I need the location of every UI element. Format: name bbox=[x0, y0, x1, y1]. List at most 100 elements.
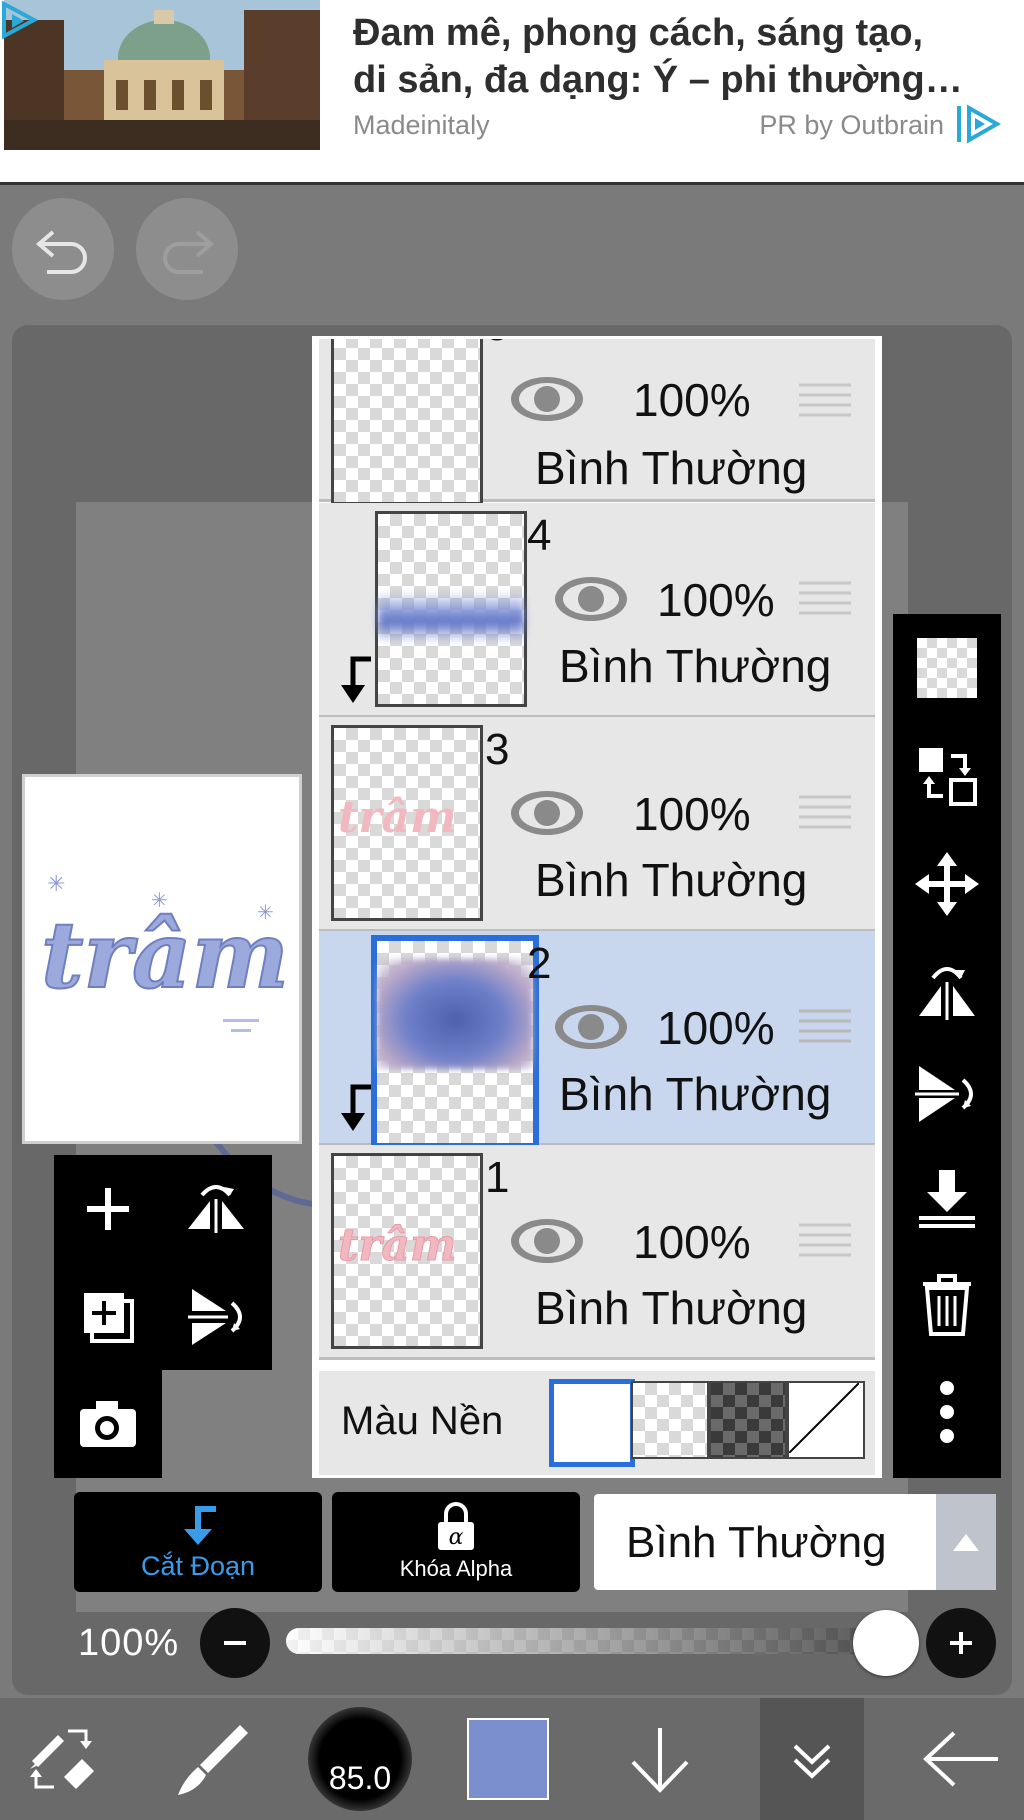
layer-thumbnail[interactable] bbox=[331, 339, 483, 505]
clipping-button[interactable]: Cắt Đoạn bbox=[74, 1492, 322, 1592]
add-layer-button[interactable] bbox=[54, 1155, 162, 1263]
layer-toolbox-extra bbox=[54, 1370, 162, 1478]
background-white-swatch[interactable] bbox=[549, 1379, 635, 1467]
layer-opacity: 100% bbox=[657, 574, 775, 626]
brush-icon bbox=[178, 1725, 248, 1795]
flip-horizontal-layer-button[interactable] bbox=[893, 940, 1001, 1040]
brush-size-button[interactable]: 85.0 bbox=[300, 1698, 420, 1820]
layer-thumbnail[interactable]: trâm bbox=[331, 725, 483, 921]
blend-mode-value: Bình Thường bbox=[626, 1518, 887, 1567]
ad-sponsor-label[interactable]: PR by Outbrain bbox=[759, 110, 944, 141]
blend-mode-select[interactable]: Bình Thường bbox=[594, 1494, 996, 1590]
layer-number: 4 bbox=[527, 511, 552, 560]
sparkle-decoration: ✳ bbox=[47, 871, 65, 896]
layer-row-4[interactable]: 4 100% Bình Thường bbox=[319, 503, 875, 718]
color-button[interactable] bbox=[446, 1698, 570, 1820]
arrow-down-icon bbox=[631, 1728, 689, 1793]
layer-down-button[interactable] bbox=[600, 1698, 720, 1820]
flip-horizontal-icon bbox=[919, 967, 975, 1020]
checker-icon bbox=[917, 638, 977, 698]
svg-text:trâm: trâm bbox=[338, 792, 457, 843]
more-options-button[interactable] bbox=[893, 1362, 1001, 1462]
layer-opacity: 100% bbox=[633, 788, 751, 840]
eye-icon[interactable] bbox=[509, 1217, 585, 1265]
slash-icon bbox=[788, 1382, 860, 1454]
chevron-up-icon bbox=[953, 1534, 979, 1551]
sparkle-decoration: ✳ bbox=[151, 890, 168, 912]
add-copy-layer-button[interactable] bbox=[54, 1263, 162, 1371]
move-button[interactable] bbox=[893, 834, 1001, 934]
brush-tool-button[interactable] bbox=[150, 1698, 274, 1820]
merge-down-button[interactable] bbox=[893, 1148, 1001, 1248]
layer-thumbnail-selected[interactable] bbox=[371, 935, 539, 1149]
canvas-preview[interactable]: trâm ✳ ✳ ✳ bbox=[22, 774, 302, 1144]
ad-image[interactable] bbox=[4, 0, 320, 150]
layer-thumbnail[interactable] bbox=[375, 511, 527, 707]
ad-banner[interactable]: Đam mê, phong cách, sáng tạo, di sản, đa… bbox=[0, 0, 1024, 185]
alpha-lock-button[interactable]: α Khóa Alpha bbox=[332, 1492, 580, 1592]
background-transparent-swatch[interactable] bbox=[631, 1381, 709, 1459]
layer-row-3[interactable]: trâm 3 100% Bình Thường bbox=[319, 717, 875, 932]
minus-icon bbox=[224, 1641, 246, 1645]
drag-handle-icon[interactable] bbox=[799, 381, 851, 421]
drag-handle-icon[interactable] bbox=[799, 1221, 851, 1261]
adchoices-icon[interactable] bbox=[0, 0, 40, 40]
brush-size-value: 85.0 bbox=[328, 1760, 392, 1796]
eye-icon[interactable] bbox=[553, 575, 629, 623]
ad-title-line1: Đam mê, phong cách, sáng tạo, bbox=[353, 12, 924, 54]
layer-number: 5 bbox=[485, 339, 509, 351]
blend-mode-dropdown-button[interactable] bbox=[936, 1494, 996, 1590]
opacity-increase-button[interactable] bbox=[926, 1608, 996, 1678]
flip-vertical-button[interactable] bbox=[162, 1263, 270, 1371]
layer-blend-mode: Bình Thường bbox=[535, 1282, 808, 1334]
layer-opacity: 100% bbox=[633, 1216, 751, 1268]
layer-opacity: 100% bbox=[657, 1002, 775, 1054]
layer-number: 2 bbox=[527, 939, 552, 988]
ad-source: Madeinitaly bbox=[353, 110, 490, 140]
eye-icon[interactable] bbox=[509, 789, 585, 837]
eye-icon[interactable] bbox=[553, 1003, 629, 1051]
ad-title[interactable]: Đam mê, phong cách, sáng tạo, di sản, đa… bbox=[353, 10, 1013, 104]
delete-layer-button[interactable] bbox=[893, 1254, 1001, 1354]
opacity-decrease-button[interactable] bbox=[200, 1608, 270, 1678]
eye-icon[interactable] bbox=[509, 375, 585, 423]
undo-icon bbox=[35, 230, 87, 274]
layer-number: 1 bbox=[485, 1153, 510, 1202]
pen-eraser-switch-icon bbox=[30, 1729, 94, 1789]
more-vertical-icon bbox=[940, 1381, 954, 1443]
redo-button[interactable] bbox=[136, 198, 238, 300]
transparency-button[interactable] bbox=[893, 618, 1001, 718]
lock-icon: α bbox=[438, 1502, 474, 1550]
back-button[interactable] bbox=[900, 1698, 1024, 1820]
layer-thumbnail-art: trâm bbox=[338, 792, 457, 843]
flip-vertical-layer-button[interactable] bbox=[893, 1044, 1001, 1144]
swap-layer-button[interactable] bbox=[893, 726, 1001, 826]
alpha-lock-label: Khóa Alpha bbox=[399, 1556, 513, 1581]
layer-panel: 5 100% Bình Thường 4 100% Bình Thường tr… bbox=[312, 336, 882, 1478]
layer-row-5[interactable]: 5 100% Bình Thường bbox=[319, 339, 875, 505]
opacity-slider-thumb[interactable] bbox=[853, 1610, 919, 1676]
ad-title-line2: di sản, đa dạng: Ý – phi thường… bbox=[353, 59, 963, 101]
background-none-swatch[interactable] bbox=[787, 1381, 865, 1459]
camera-layer-button[interactable] bbox=[54, 1370, 162, 1478]
drag-handle-icon[interactable] bbox=[799, 1007, 851, 1047]
clipping-label: Cắt Đoạn bbox=[140, 1550, 256, 1581]
layer-row-2-selected[interactable]: 2 100% Bình Thường bbox=[319, 931, 875, 1149]
current-color-swatch bbox=[467, 1718, 549, 1800]
opacity-slider-track[interactable] bbox=[286, 1628, 886, 1654]
undo-button[interactable] bbox=[12, 198, 114, 300]
drag-handle-icon[interactable] bbox=[799, 579, 851, 619]
camera-icon bbox=[80, 1401, 136, 1447]
layer-row-1[interactable]: trâm 1 100% Bình Thường bbox=[319, 1145, 875, 1360]
layer-blend-mode: Bình Thường bbox=[559, 1068, 832, 1120]
flip-horizontal-button[interactable] bbox=[162, 1155, 270, 1263]
tool-switch-button[interactable] bbox=[0, 1698, 124, 1820]
layer-thumbnail[interactable]: trâm bbox=[331, 1153, 483, 1349]
layer-tools-bar bbox=[893, 614, 1001, 1478]
layers-menu-button[interactable] bbox=[760, 1698, 864, 1820]
outbrain-icon[interactable] bbox=[955, 104, 1001, 144]
svg-text:trâm: trâm bbox=[338, 1220, 457, 1271]
sparkle-decoration: ✳ bbox=[257, 902, 274, 924]
background-dark-checker-swatch[interactable] bbox=[709, 1381, 787, 1459]
drag-handle-icon[interactable] bbox=[799, 793, 851, 833]
